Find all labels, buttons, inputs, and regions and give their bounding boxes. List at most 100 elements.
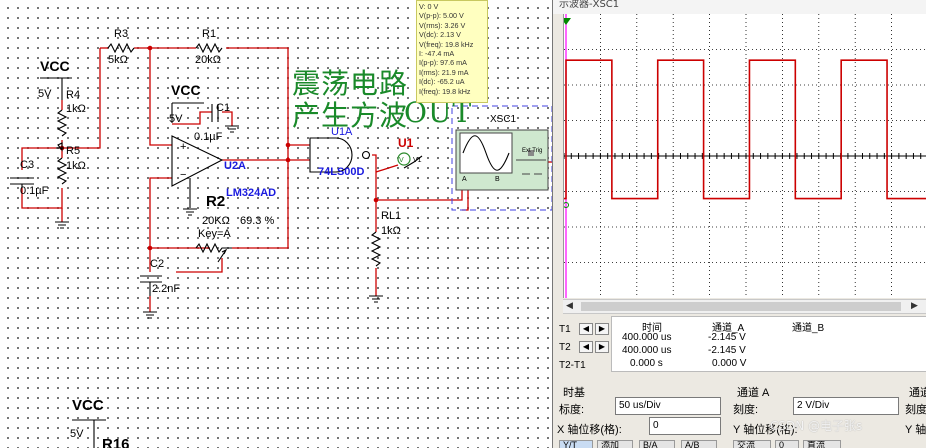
r16-ref: R16 (102, 436, 130, 448)
xsc1-ref: XSC1 (490, 114, 517, 125)
wire-c1-right (222, 111, 233, 126)
probe-readout-line: V(dc): 2.13 V (419, 30, 461, 40)
ab-button[interactable]: A/B (681, 440, 717, 448)
channel-b-scale-label: 刻度 (905, 404, 926, 416)
wire-150 (149, 48, 172, 146)
resistor-r4 (56, 109, 68, 137)
svg-text:V: V (399, 157, 404, 164)
timebase-xpos-field[interactable]: 0 (649, 417, 721, 435)
t1-right-arrow-icon[interactable]: ▶ (595, 323, 609, 335)
vcc-top-label: VCC (40, 58, 70, 74)
xsc1-terminal-b: B (495, 176, 500, 183)
r5-value: 1kΩ (66, 160, 86, 172)
resistor-rl1 (370, 231, 382, 267)
ground-3 (183, 208, 197, 216)
c1-ref: C1 (216, 102, 231, 114)
resistor-r1 (195, 42, 223, 54)
probe-ref: U1 (398, 136, 414, 150)
wire-r2-wiper (176, 258, 223, 273)
add-button[interactable]: 添加 (597, 440, 633, 448)
t2-time: 400.000 us (622, 345, 672, 356)
vcc-mid-voltage: 5V (169, 113, 183, 125)
dc-button[interactable]: 直流 (803, 440, 841, 448)
resistor-r3 (107, 42, 135, 54)
c2-ref: C2 (150, 258, 165, 270)
header-channel-b: 通道_B (792, 323, 825, 334)
scroll-left-icon[interactable]: ◀ (566, 301, 573, 311)
t2-t1-label: T2-T1 (559, 360, 586, 371)
zero-button[interactable]: 0 (775, 440, 799, 448)
vcc-bottom-voltage: 5V (70, 428, 84, 440)
scope-horizontal-scrollbar[interactable]: ◀ ▶ (563, 299, 926, 314)
channel-a-square-wave-trace (564, 59, 926, 200)
t1-left-arrow-icon[interactable]: ◀ (579, 323, 593, 335)
t2-right-arrow-icon[interactable]: ▶ (595, 341, 609, 353)
u1a-part: 74LS00D (318, 166, 365, 178)
wire-to-probe (375, 164, 399, 173)
cursor-t1-marker (561, 18, 571, 25)
vcc-top-voltage: 5V (38, 88, 52, 100)
r3-value: 5kΩ (108, 54, 128, 66)
r5-ref: R5 (66, 145, 81, 157)
probe-readout-line: V(p-p): 5.00 V (419, 11, 464, 21)
svg-text:−: − (180, 169, 186, 181)
channel-a-scale-field[interactable]: 2 V/Div (793, 397, 899, 415)
probe-readout-line: V: 0 V (419, 2, 439, 11)
ba-button[interactable]: B/A (639, 440, 675, 448)
r2-value: 20KΩ (202, 215, 230, 227)
svg-text:+: + (180, 141, 186, 153)
channel-b-ypos-label: Y 轴 (905, 424, 926, 436)
cursor-readout-panel: T1 ◀ ▶ T2 ◀ ▶ T2-T1 时间 通道_A 通道_B 400.000… (553, 316, 926, 374)
probe-readout-line: I(freq): 19.8 kHz (419, 86, 471, 96)
csdn-watermark: CSDN @电子张s (770, 419, 863, 433)
scroll-right-icon[interactable]: ▶ (911, 301, 918, 311)
probe-readout-line: V(rms): 3.26 V (419, 20, 466, 30)
r2-key: Key=A (198, 228, 231, 240)
probe-tag: V1 (413, 157, 422, 164)
wire-scope-b (462, 188, 469, 211)
scope-display-svg (561, 14, 926, 298)
timebase-scale-field[interactable]: 50 us/Div (615, 397, 721, 415)
t2-t1-time: 0.000 s (630, 358, 663, 369)
scope-display[interactable] (561, 14, 926, 298)
t1-time: 400.000 us (622, 332, 672, 343)
probe-readout-line: I(dc): -65.2 uA (419, 77, 465, 87)
r4-ref: R4 (66, 89, 81, 101)
ac-button[interactable]: 交流 (733, 440, 771, 448)
nand-bubble (361, 150, 371, 160)
channel-a-scale-label: 刻度: (733, 404, 759, 416)
scrollbar-thumb[interactable] (581, 302, 901, 311)
xsc1-symbol (455, 129, 549, 191)
oscilloscope-window[interactable]: 示波器-XSC1 ◀ ▶ T1 ◀ ▶ T2 ◀ ▶ T2-T1 时间 通道_A… (552, 0, 926, 448)
annotation-square-wave: 产生方波 (292, 99, 409, 132)
r1-value: 20kΩ (195, 54, 221, 66)
timebase-xpos-label: X 轴位移(格): (557, 424, 622, 436)
t1-channel-a: -2.145 V (708, 332, 746, 343)
r3-ref: R3 (114, 28, 129, 40)
probe-readout-line: I(rms): 21.9 mA (419, 67, 469, 77)
u2a-part: LM324AD (226, 187, 277, 199)
r2-ref: R2 (206, 193, 226, 210)
r4-value: 1kΩ (66, 103, 86, 115)
rl1-ref: RL1 (381, 210, 402, 222)
resistor-r5 (56, 157, 68, 185)
probe-readout-line: V(freq): 19.8 kHz (419, 39, 474, 49)
yt-button[interactable]: Y/T (559, 440, 593, 448)
t2-left-arrow-icon[interactable]: ◀ (579, 341, 593, 353)
timebase-group-label: 时基 (563, 387, 585, 399)
channel-a-group-label: 通道 A (737, 387, 770, 399)
c3-ref: C3 (20, 159, 35, 171)
resistor-r2 (195, 242, 232, 254)
c2-value: 2.2nF (152, 283, 181, 295)
vcc-mid-label: VCC (171, 82, 201, 98)
scope-window-title[interactable]: 示波器-XSC1 (553, 0, 926, 14)
wire-r1-right (226, 47, 289, 160)
probe-readout-line: I: -47.4 mA (419, 49, 455, 59)
t1-label: T1 (559, 324, 571, 335)
t2-label: T2 (559, 342, 571, 353)
t2-channel-a: -2.145 V (708, 345, 746, 356)
c1-value: 0.1µF (194, 131, 223, 143)
channel-b-group-label: 通道 (909, 387, 926, 399)
c3-value: 0.1µF (20, 185, 49, 197)
timebase-scale-label: 标度: (559, 404, 585, 416)
